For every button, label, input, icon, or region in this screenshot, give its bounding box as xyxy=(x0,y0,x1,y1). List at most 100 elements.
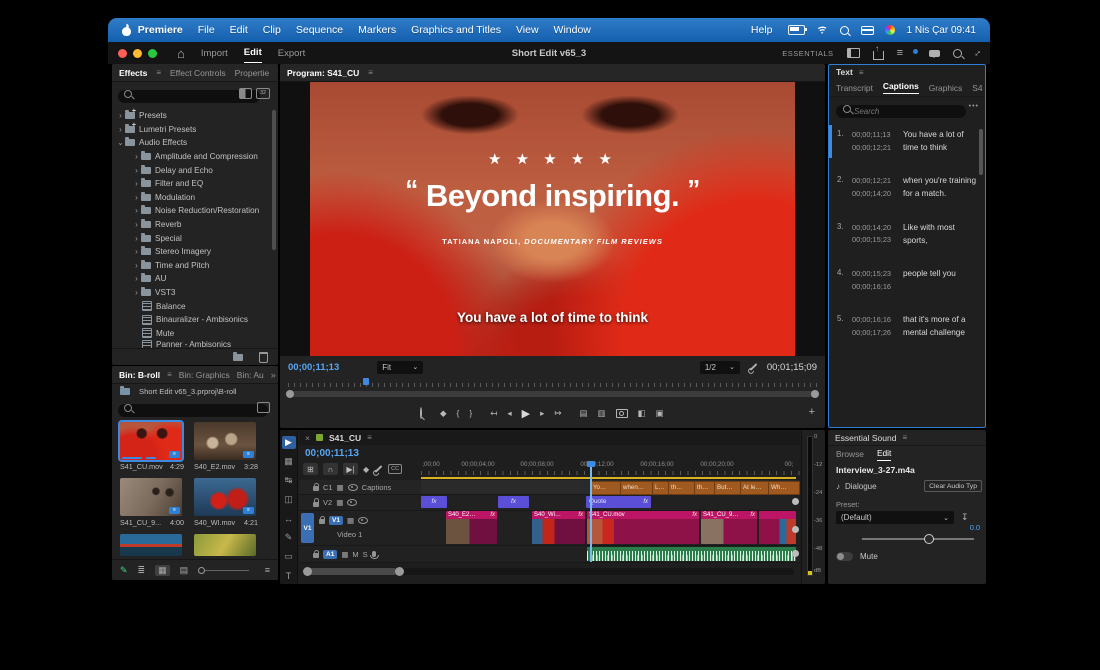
panel-overflow-icon[interactable]: » xyxy=(271,370,276,380)
timeline-clip[interactable] xyxy=(759,511,796,544)
bin-panel-menu-icon[interactable]: ≡ xyxy=(167,370,172,379)
tree-item[interactable]: ›Presets xyxy=(116,108,278,123)
tab-effect-controls[interactable]: Effect Controls xyxy=(170,68,226,78)
menu-view[interactable]: View xyxy=(516,24,539,36)
essential-sound-menu-icon[interactable]: ≡ xyxy=(902,433,907,442)
lock-icon[interactable] xyxy=(313,549,319,558)
bin-clip[interactable]: ≡ S41_CU.mov 4:29 xyxy=(118,420,184,471)
gain-slider-knob[interactable] xyxy=(924,534,934,544)
timeline-clip[interactable]: S40_Wi… fx xyxy=(532,511,585,544)
comments-icon[interactable] xyxy=(929,49,940,58)
bin-search-input[interactable] xyxy=(118,404,268,417)
lock-icon[interactable] xyxy=(319,515,325,524)
accelerated-effects-badge-icon[interactable] xyxy=(239,88,252,99)
bin-clip[interactable]: ≡ S41_CU_9... 4:00 xyxy=(120,478,184,527)
tree-item[interactable]: › Stereo Imagery xyxy=(116,245,278,259)
spotlight-search-icon[interactable] xyxy=(839,25,849,35)
tree-item[interactable]: ›Lumetri Presets xyxy=(116,122,278,137)
clear-audio-type-button[interactable]: Clear Audio Typ xyxy=(924,480,982,492)
caption-row[interactable]: 3. 00;00;14;20 00;00;15;23 Like with most… xyxy=(829,218,985,251)
tree-item[interactable]: Balance xyxy=(116,299,278,313)
graphic-clip[interactable]: fx xyxy=(498,496,529,508)
tree-item[interactable]: Binauralizer - Ambisonics xyxy=(116,313,278,327)
menu-markers[interactable]: Markers xyxy=(358,24,396,36)
close-window-button[interactable] xyxy=(118,48,127,58)
seek-handle-left[interactable] xyxy=(286,390,294,398)
gain-slider[interactable] xyxy=(862,534,974,544)
list-view-icon[interactable]: ≣ xyxy=(138,565,146,576)
quote-graphic-clip[interactable]: Quote fx xyxy=(586,496,651,508)
program-panel-menu-icon[interactable]: ≡ xyxy=(368,68,373,77)
seek-handle-right[interactable] xyxy=(811,390,819,398)
play-icon[interactable]: ▶ xyxy=(522,407,530,420)
tab-sequence[interactable]: S4 xyxy=(972,83,982,93)
selection-tool[interactable]: ▶ xyxy=(281,436,296,449)
zoom-slider[interactable] xyxy=(198,566,250,574)
save-preset-icon[interactable]: ↧ xyxy=(961,512,969,523)
captions-scrollbar[interactable] xyxy=(979,129,983,175)
lift-icon[interactable]: ▤ xyxy=(580,408,588,419)
program-current-timecode[interactable]: 00;00;11;13 xyxy=(288,362,339,373)
caption-clip[interactable]: Yo… xyxy=(590,481,624,495)
v1-track-content[interactable]: S40_E2… fx S40_Wi… fx S41_CU.mov fx S41_CU_… xyxy=(421,511,796,545)
v2-track-badge[interactable]: V2 xyxy=(323,498,332,507)
workspace-panel-icon[interactable] xyxy=(846,48,860,58)
mark-out-icon[interactable]: } xyxy=(469,408,472,418)
tree-item[interactable]: › Delay and Echo xyxy=(116,163,278,177)
tree-item[interactable]: ⌄ Audio Effects xyxy=(116,136,278,150)
home-icon[interactable]: ⌂ xyxy=(177,46,185,61)
linked-selection-icon[interactable]: ▶| xyxy=(343,463,358,475)
program-scrub-ruler[interactable] xyxy=(288,378,817,387)
program-playhead[interactable] xyxy=(363,378,369,385)
pen-tool[interactable]: ✎ xyxy=(282,531,296,544)
timeline-timecode[interactable]: 00;00;11;13 xyxy=(305,448,359,459)
hand-tool[interactable]: ▭ xyxy=(282,550,296,563)
track-height-handle[interactable] xyxy=(792,526,799,533)
audio-clip[interactable] xyxy=(587,547,796,561)
delete-icon[interactable] xyxy=(259,351,268,363)
tab-export[interactable]: Export xyxy=(278,44,305,63)
tree-item[interactable]: › Modulation xyxy=(116,191,278,205)
tree-item[interactable]: › Amplitude and Compression xyxy=(116,150,278,164)
button-editor-icon[interactable]: ▣ xyxy=(656,408,664,419)
caption-track-badge[interactable]: C1 xyxy=(323,483,333,492)
track-visibility-icon[interactable] xyxy=(347,483,358,491)
bin-clip[interactable] xyxy=(194,534,258,556)
bin-clip[interactable]: ≡ S40_E2.mov 3:28 xyxy=(194,422,258,471)
wifi-icon[interactable] xyxy=(816,26,828,34)
tree-item[interactable]: Mute xyxy=(116,327,278,341)
program-seek-bar[interactable] xyxy=(286,390,819,398)
timeline-clip[interactable]: S40_E2… fx xyxy=(446,511,497,544)
stack-icon[interactable]: ≡ xyxy=(897,47,903,59)
timeline-ruler[interactable]: ;00;00 00;00;04;00 00;00;08;00 00;00;12;… xyxy=(421,461,800,477)
effects-scrollbar[interactable] xyxy=(272,110,276,250)
menu-edit[interactable]: Edit xyxy=(230,24,248,36)
add-button-icon[interactable]: + xyxy=(809,406,815,418)
timeline-settings-wrench-icon[interactable] xyxy=(374,465,383,473)
gain-value[interactable]: 0.0 xyxy=(970,523,980,532)
apple-icon[interactable] xyxy=(122,25,130,36)
close-sequence-icon[interactable]: × xyxy=(305,433,310,443)
caption-track-content[interactable]: Yo… when… L… th… th… But… At le… Wh… xyxy=(421,480,800,495)
mute-toggle[interactable] xyxy=(836,552,853,561)
caption-clip[interactable]: when… xyxy=(620,481,656,495)
export-frame-icon[interactable] xyxy=(615,408,628,418)
icon-view-icon[interactable]: ▦ xyxy=(155,564,170,576)
go-to-out-icon[interactable]: ↦ xyxy=(554,408,561,419)
menu-graphics-titles[interactable]: Graphics and Titles xyxy=(411,24,501,36)
graphic-clip[interactable]: fx xyxy=(421,496,447,508)
caption-row[interactable]: 5. 00;00;16;16 00;00;17;26 that it's more… xyxy=(829,310,985,343)
tab-transcript[interactable]: Transcript xyxy=(836,83,873,93)
new-bin-icon[interactable] xyxy=(233,351,243,361)
app-color-icon[interactable] xyxy=(884,25,895,35)
fullscreen-icon[interactable]: ↕ xyxy=(972,47,983,58)
tab-bin-broll[interactable]: Bin: B-roll xyxy=(119,370,160,380)
share-icon[interactable] xyxy=(872,44,884,60)
timeline-clip[interactable]: S41_CU.mov fx xyxy=(587,511,699,544)
step-back-icon[interactable]: ◂ xyxy=(507,408,511,419)
track-visibility-icon[interactable] xyxy=(347,499,358,506)
menu-sequence[interactable]: Sequence xyxy=(296,24,343,36)
tab-edit-sound[interactable]: Edit xyxy=(876,448,892,461)
control-center-icon[interactable] xyxy=(860,25,874,35)
timeline-hscrollbar[interactable] xyxy=(303,567,794,576)
